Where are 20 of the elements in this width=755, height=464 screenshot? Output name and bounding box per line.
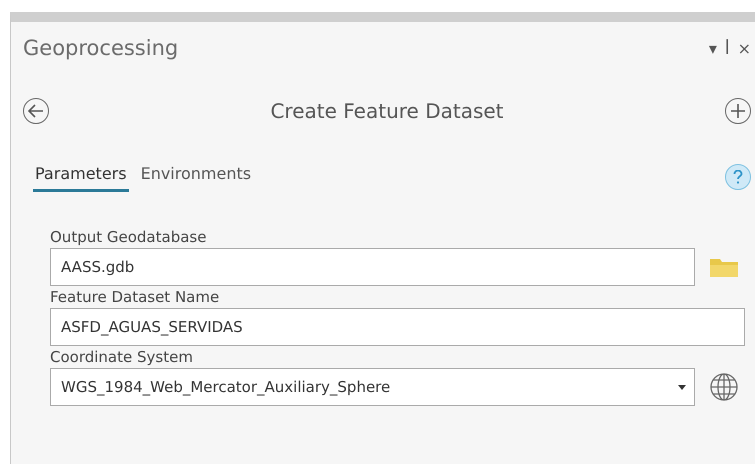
plus-icon bbox=[730, 103, 746, 119]
input-field[interactable]: AASS.gdb bbox=[50, 248, 695, 286]
left-arrow-icon bbox=[28, 104, 44, 118]
parameter-label: Coordinate System bbox=[50, 348, 194, 366]
add-button[interactable] bbox=[724, 98, 751, 124]
parameter-label: Feature Dataset Name bbox=[50, 288, 220, 306]
coordinate-system-dropdown[interactable]: WGS_1984_Web_Mercator_Auxiliary_Sphere bbox=[50, 368, 695, 406]
input-field[interactable]: ASFD_AGUAS_SERVIDAS bbox=[50, 308, 745, 346]
tool-title: Create Feature Dataset bbox=[270, 99, 504, 123]
close-icon[interactable]: × bbox=[738, 38, 751, 58]
pin-icon[interactable]: ꟾ bbox=[724, 38, 730, 58]
globe-icon[interactable] bbox=[709, 372, 739, 402]
caret-icon bbox=[678, 384, 686, 390]
dropdown-icon[interactable]: ▾ bbox=[708, 38, 717, 58]
back-button[interactable] bbox=[23, 98, 49, 124]
parameter-label: Output Geodatabase bbox=[50, 228, 208, 246]
tab[interactable]: Parameters bbox=[33, 164, 129, 192]
help-icon[interactable] bbox=[725, 164, 751, 190]
tab[interactable]: Environments bbox=[138, 164, 254, 192]
pane-title: Geoprocessing bbox=[23, 36, 178, 60]
